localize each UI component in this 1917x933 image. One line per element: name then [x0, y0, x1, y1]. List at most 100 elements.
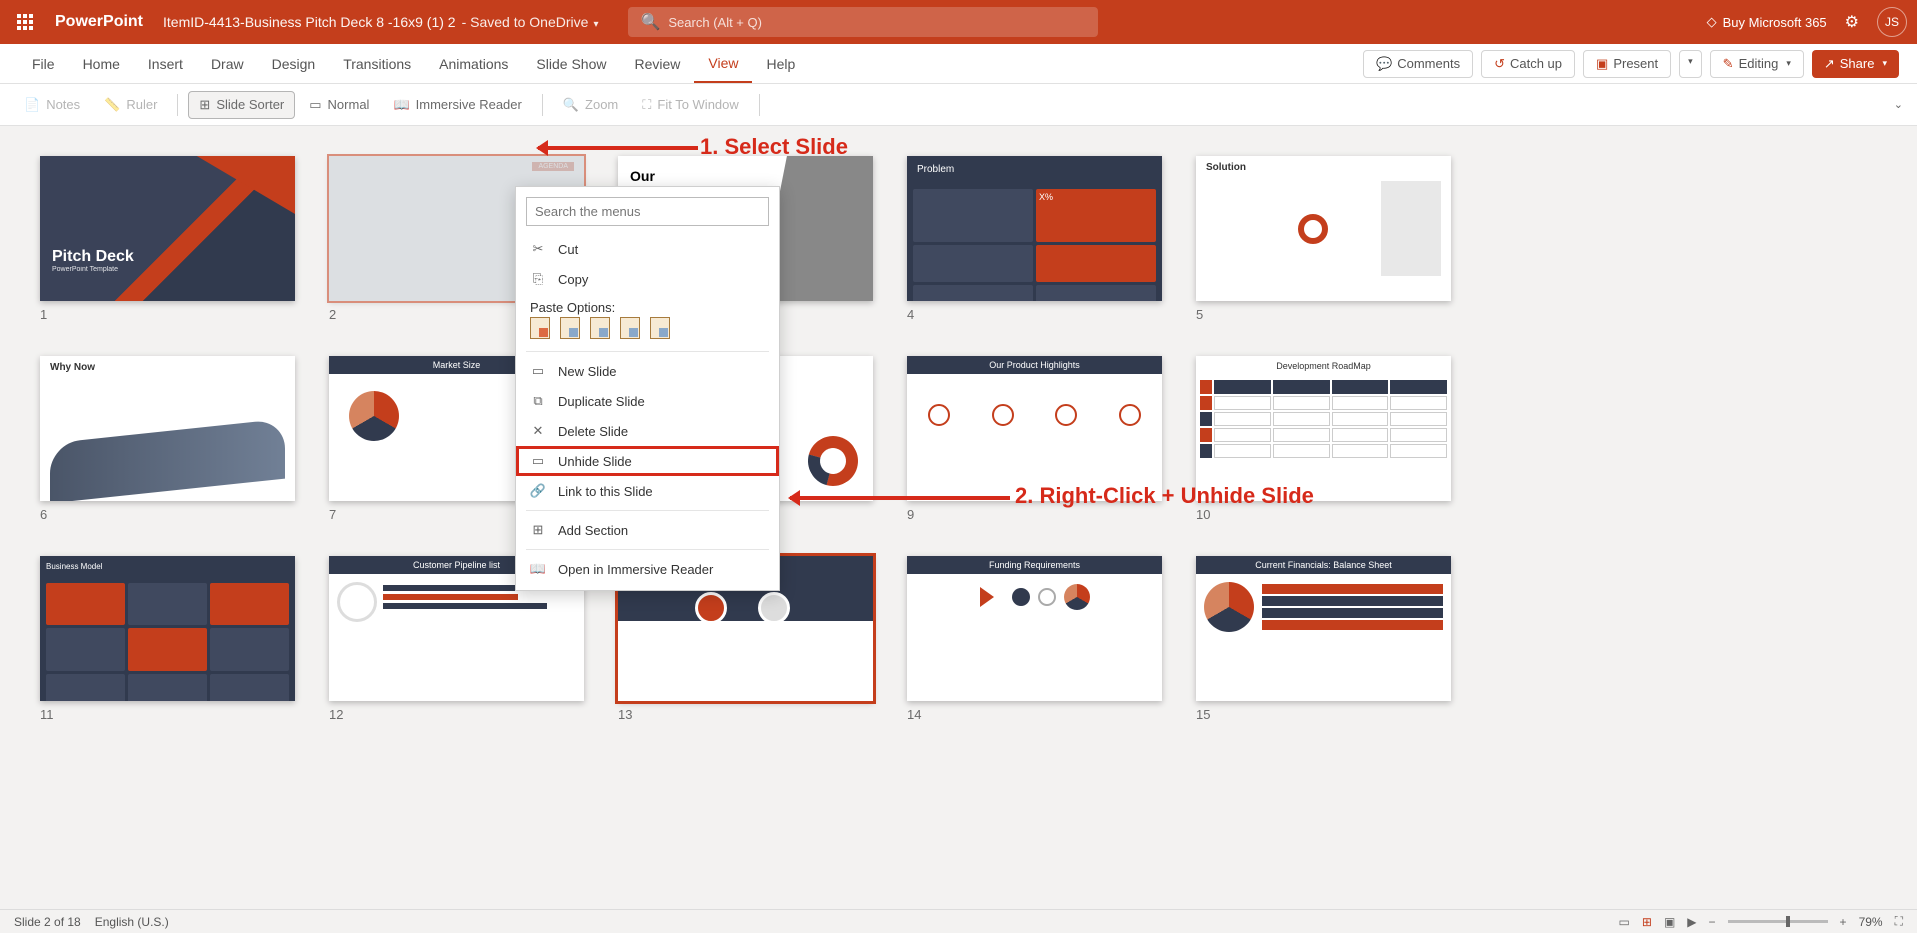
ruler-icon: 📏	[104, 97, 120, 113]
tab-file[interactable]: File	[18, 44, 69, 83]
tab-draw[interactable]: Draw	[197, 44, 258, 83]
present-button[interactable]: ▣Present	[1583, 50, 1671, 78]
search-box[interactable]: 🔍	[628, 7, 1098, 37]
diamond-icon: ◇	[1707, 14, 1717, 30]
paste-option-2[interactable]	[560, 317, 580, 339]
normal-view-icon[interactable]: ▭	[1619, 915, 1630, 929]
slide-number: 10	[1196, 507, 1451, 522]
tab-home[interactable]: Home	[69, 44, 134, 83]
slide-4-title: Problem	[907, 156, 1162, 183]
new-slide-icon: ▭	[530, 363, 546, 379]
zoom-out-icon[interactable]: −	[1709, 915, 1716, 929]
fit-icon: ⛶	[642, 97, 651, 113]
tab-review[interactable]: Review	[620, 44, 694, 83]
immersive-reader-button[interactable]: 📖Immersive Reader	[383, 92, 531, 118]
save-status[interactable]: - Saved to OneDrive▾	[462, 14, 599, 30]
status-bar: Slide 2 of 18 English (U.S.) ▭ ⊞ ▣ ▶ − +…	[0, 909, 1917, 933]
unhide-icon: ▭	[530, 453, 546, 469]
slide-number: 12	[329, 707, 584, 722]
duplicate-icon: ⧉	[530, 393, 546, 409]
app-name: PowerPoint	[55, 13, 143, 31]
menu-duplicate-slide[interactable]: ⧉Duplicate Slide	[516, 386, 779, 416]
slide-number: 6	[40, 507, 295, 522]
menu-cut[interactable]: ✂Cut	[516, 234, 779, 264]
menu-new-slide[interactable]: ▭New Slide	[516, 356, 779, 386]
refresh-icon: ↺	[1494, 56, 1505, 72]
tab-slideshow[interactable]: Slide Show	[522, 44, 620, 83]
tab-insert[interactable]: Insert	[134, 44, 197, 83]
slide-14-title: Funding Requirements	[907, 556, 1162, 574]
zoom-level[interactable]: 79%	[1859, 915, 1883, 929]
slide-15[interactable]: Current Financials: Balance Sheet 15	[1196, 556, 1451, 722]
slide-10[interactable]: Development RoadMap 10	[1196, 356, 1451, 522]
sorter-view-icon[interactable]: ⊞	[1642, 915, 1652, 929]
slide-5[interactable]: Solution 5	[1196, 156, 1451, 322]
slide-1[interactable]: Pitch Deck PowerPoint Template 1	[40, 156, 295, 322]
pencil-icon: ✎	[1723, 56, 1734, 72]
present-icon: ▣	[1596, 56, 1608, 72]
slide-4[interactable]: Problem X% 4	[907, 156, 1162, 322]
menu-add-section[interactable]: ⊞Add Section	[516, 515, 779, 545]
editing-mode-button[interactable]: ✎Editing▾	[1710, 50, 1804, 78]
zoom-in-icon[interactable]: +	[1840, 915, 1847, 929]
slide-6[interactable]: Why Now 6	[40, 356, 295, 522]
slide-sorter-button[interactable]: ⊞Slide Sorter	[188, 91, 295, 119]
settings-icon[interactable]: ⚙	[1845, 12, 1859, 32]
annotation-arrow-2	[790, 496, 1010, 500]
reader-icon: 📖	[393, 97, 409, 113]
slide-14[interactable]: Funding Requirements 14	[907, 556, 1162, 722]
fit-window-button[interactable]: ⛶Fit To Window	[632, 92, 749, 118]
tab-help[interactable]: Help	[752, 44, 809, 83]
menu-search-input[interactable]	[526, 197, 769, 226]
slide-number: 13	[618, 707, 873, 722]
slide-number: 11	[40, 707, 295, 722]
buy-microsoft-365-button[interactable]: ◇ Buy Microsoft 365	[1707, 14, 1827, 30]
paste-option-3[interactable]	[590, 317, 610, 339]
language-status[interactable]: English (U.S.)	[95, 915, 169, 929]
search-input[interactable]	[668, 15, 1086, 30]
zoom-button[interactable]: 🔍Zoom	[553, 92, 628, 118]
normal-view-button[interactable]: ▭Normal	[299, 92, 379, 118]
slide-sorter-canvas[interactable]: 1. Select Slide 2. Right-Click + Unhide …	[0, 126, 1917, 909]
menu-paste-options-label: Paste Options:	[516, 294, 779, 317]
tab-animations[interactable]: Animations	[425, 44, 522, 83]
menu-copy[interactable]: ⎘Copy	[516, 264, 779, 294]
menu-link-to-slide[interactable]: 🔗Link to this Slide	[516, 476, 779, 506]
tab-view[interactable]: View	[694, 44, 752, 83]
catch-up-button[interactable]: ↺Catch up	[1481, 50, 1575, 78]
ruler-button[interactable]: 📏Ruler	[94, 92, 167, 118]
paste-option-5[interactable]	[650, 317, 670, 339]
comments-button[interactable]: 💬Comments	[1363, 50, 1473, 78]
zoom-icon: 🔍	[563, 97, 579, 113]
present-dropdown[interactable]: ▾	[1679, 50, 1702, 78]
ribbon-expand-icon[interactable]: ⌄	[1894, 98, 1903, 111]
slide-11[interactable]: Business Model 11	[40, 556, 295, 722]
menu-unhide-slide[interactable]: ▭Unhide Slide	[516, 446, 779, 476]
paste-option-1[interactable]	[530, 317, 550, 339]
tab-transitions[interactable]: Transitions	[329, 44, 425, 83]
tab-design[interactable]: Design	[258, 44, 330, 83]
slide-number: 14	[907, 707, 1162, 722]
user-avatar[interactable]: JS	[1877, 7, 1907, 37]
slideshow-view-icon[interactable]: ▶	[1687, 915, 1696, 929]
menu-delete-slide[interactable]: ✕Delete Slide	[516, 416, 779, 446]
annotation-arrow-1	[538, 146, 698, 150]
reader-icon: 📖	[530, 561, 546, 577]
link-icon: 🔗	[530, 483, 546, 499]
paste-option-4[interactable]	[620, 317, 640, 339]
normal-icon: ▭	[309, 97, 321, 113]
menu-immersive-reader[interactable]: 📖Open in Immersive Reader	[516, 554, 779, 584]
document-name[interactable]: ItemID-4413-Business Pitch Deck 8 -16x9 …	[163, 14, 456, 30]
zoom-slider[interactable]	[1728, 920, 1828, 923]
copy-icon: ⎘	[530, 271, 546, 287]
notes-button[interactable]: 📄Notes	[14, 92, 90, 118]
slide-position[interactable]: Slide 2 of 18	[14, 915, 81, 929]
fit-to-window-icon[interactable]: ⛶	[1895, 914, 1903, 929]
search-icon: 🔍	[640, 12, 660, 32]
slide-number: 4	[907, 307, 1162, 322]
reading-view-icon[interactable]: ▣	[1664, 915, 1675, 929]
app-launcher-icon[interactable]	[10, 7, 40, 37]
grid-icon: ⊞	[199, 97, 210, 113]
notes-icon: 📄	[24, 97, 40, 113]
share-button[interactable]: ↗Share▾	[1812, 50, 1899, 78]
